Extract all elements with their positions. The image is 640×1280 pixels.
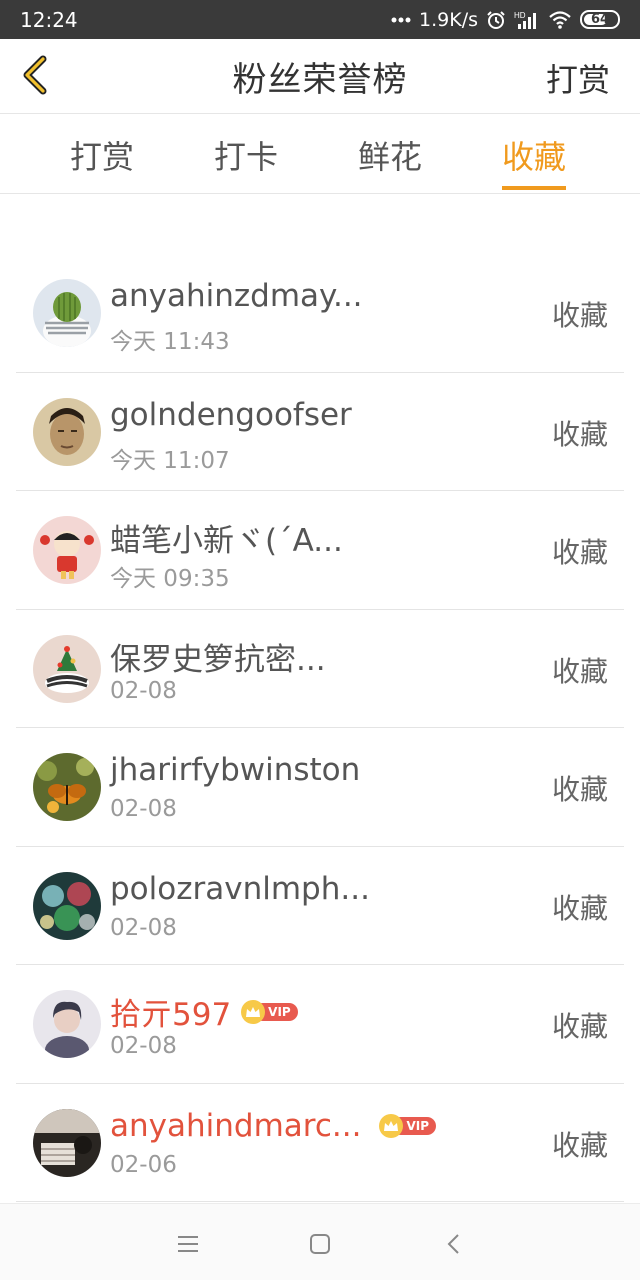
fan-action: 收藏 (551, 417, 608, 451)
list-item[interactable]: anyahinzdmay... 今天 11:43 收藏 (16, 254, 624, 373)
vip-badge: VIP (379, 1113, 436, 1138)
fan-action: 收藏 (551, 1128, 608, 1162)
system-nav-bar (0, 1203, 640, 1280)
list-item[interactable]: polozravnlmph... 02-08 收藏 (16, 847, 624, 965)
list-item[interactable]: golndengoofser 今天 11:07 收藏 (16, 373, 624, 491)
app-header: 粉丝荣誉榜 打赏 (0, 39, 640, 114)
back-button[interactable] (12, 53, 56, 101)
fan-time: 今天 09:35 (110, 566, 230, 592)
fan-name: 拾亓597 (110, 997, 232, 1033)
tab-bar: 打赏 打卡 鲜花 收藏 (0, 114, 640, 194)
fan-name: anyahindmarc... (110, 1107, 362, 1144)
battery-icon: 64 (580, 10, 620, 29)
fan-time: 02-08 (110, 796, 177, 822)
tab-favorites-label: 收藏 (502, 138, 567, 176)
wifi-icon (548, 10, 572, 30)
avatar[interactable] (33, 397, 101, 466)
name-line: anyahinzdmay... (110, 278, 363, 314)
name-line: 保罗史箩抗密... (110, 634, 326, 679)
fan-action: 收藏 (551, 536, 608, 569)
fan-time: 02-08 (110, 1033, 177, 1059)
network-label: HD (514, 11, 526, 20)
fan-time: 02-08 (110, 914, 177, 941)
name-line: anyahindmarc... VIP (110, 1108, 436, 1144)
fan-name: golndengoofser (110, 396, 352, 433)
crown-icon (379, 1113, 404, 1138)
fan-time: 02-06 (110, 1151, 177, 1178)
tab-checkin[interactable]: 打卡 (214, 132, 278, 190)
tab-favorites[interactable]: 收藏 (502, 132, 567, 190)
crown-icon (241, 999, 266, 1024)
name-line: golndengoofser (110, 397, 352, 433)
fan-time: 今天 11:07 (110, 447, 230, 474)
dots-icon (391, 16, 411, 24)
back-arrow-icon[interactable] (440, 1230, 468, 1258)
fan-action: 收藏 (551, 891, 608, 925)
fan-action: 收藏 (551, 773, 608, 806)
fan-action: 收藏 (551, 654, 608, 688)
vip-badge: VIP (241, 999, 298, 1024)
menu-icon[interactable] (174, 1230, 202, 1258)
list-item[interactable]: 蜡笔小新ヾ(´A... 今天 09:35 收藏 (16, 491, 624, 610)
fan-name: 保罗史箩抗密... (110, 641, 326, 678)
status-time: 12:24 (20, 7, 78, 32)
status-right: 1.9K/s HD 64 (391, 9, 620, 31)
fan-name: polozravnlmph... (110, 870, 370, 907)
fan-time: 今天 11:43 (110, 329, 230, 355)
fan-action: 收藏 (551, 299, 608, 332)
list-item[interactable]: jharirfybwinston 02-08 收藏 (16, 728, 624, 847)
fan-time: 02-08 (110, 677, 177, 704)
avatar[interactable] (33, 634, 101, 703)
avatar[interactable] (33, 871, 101, 940)
signal-icon: HD (514, 10, 540, 30)
reward-button[interactable]: 打赏 (546, 55, 610, 101)
name-line: polozravnlmph... (110, 871, 370, 907)
tab-flowers[interactable]: 鲜花 (358, 132, 422, 190)
fan-name: 蜡笔小新ヾ(´A... (110, 523, 343, 559)
home-square-icon[interactable] (306, 1230, 334, 1258)
fan-name: anyahinzdmay... (110, 278, 363, 314)
list-item[interactable]: 拾亓597 VIP 02-08 收藏 (16, 965, 624, 1084)
net-speed: 1.9K/s (419, 8, 478, 31)
status-bar: 12:24 1.9K/s HD 64 (0, 0, 640, 39)
avatar[interactable] (33, 279, 101, 347)
page-title: 粉丝荣誉榜 (232, 59, 408, 100)
fan-action: 收藏 (551, 1010, 608, 1043)
battery-level: 64 (590, 12, 610, 27)
tab-reward[interactable]: 打赏 (70, 132, 134, 190)
name-line: 拾亓597 VIP (110, 989, 298, 1034)
avatar[interactable] (33, 990, 101, 1058)
list-item[interactable]: 保罗史箩抗密... 02-08 收藏 (16, 610, 624, 728)
alarm-icon (486, 10, 506, 30)
avatar[interactable] (33, 516, 101, 584)
fan-name: jharirfybwinston (110, 752, 361, 788)
avatar[interactable] (33, 753, 101, 821)
chevron-left-icon (19, 55, 49, 99)
fans-list: anyahinzdmay... 今天 11:43 收藏 golndengoofs… (0, 254, 640, 1202)
name-line: jharirfybwinston (110, 752, 360, 788)
name-line: 蜡笔小新ヾ(´A... (110, 515, 343, 560)
active-tab-indicator (502, 186, 567, 190)
list-item[interactable]: anyahindmarc... VIP 02-06 收藏 (16, 1084, 624, 1202)
avatar[interactable] (33, 1108, 101, 1177)
